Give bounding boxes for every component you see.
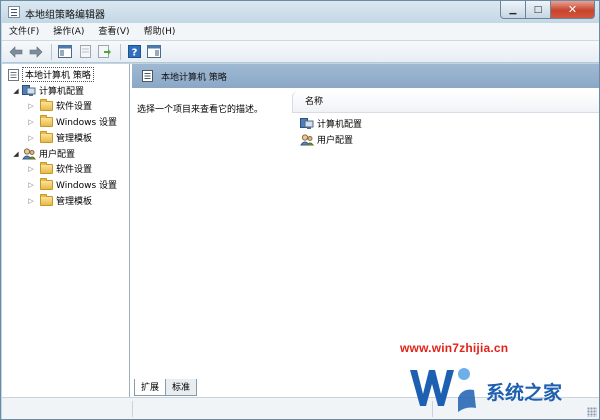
title-bar[interactable]: 本地组策略编辑器 ▁ □ ✕ [1,1,599,23]
export-list-icon [98,45,111,58]
tree-item-computer-software-settings[interactable]: ▷ 软件设置 [27,98,92,113]
tree-item-label: Windows 设置 [56,181,118,191]
view-tabs: 扩展 标准 [134,379,198,396]
tree-item-user-windows-settings[interactable]: ▷ Windows 设置 [27,177,117,192]
window-controls: ▁ □ ✕ [500,1,595,19]
menu-bar: 文件(F) 操作(A) 查看(V) 帮助(H) [2,23,599,41]
tree-item-user-software-settings[interactable]: ▷ 软件设置 [27,161,92,176]
tree-item-label: 软件设置 [56,165,93,175]
expanded-triangle-icon[interactable]: ◢ [12,87,20,95]
collapsed-triangle-icon[interactable]: ▷ [27,197,35,205]
tree-item-computer-admin-templates[interactable]: ▷ 管理模板 [27,130,92,145]
list-item-computer-configuration[interactable]: 计算机配置 [300,116,362,131]
policy-document-icon [142,70,153,82]
status-divider [132,401,133,417]
folder-icon [40,193,53,206]
menu-action[interactable]: 操作(A) [46,23,91,41]
properties-button[interactable] [76,43,94,61]
watermark-url: www.win7zhijia.cn [400,341,509,355]
folder-icon [40,161,53,174]
list-item-label: 用户配置 [317,136,354,146]
window-title: 本地组策略编辑器 [25,10,105,21]
help-icon: ? [127,45,141,59]
tree-item-label: 用户配置 [39,150,76,160]
users-icon [300,133,314,145]
export-list-button[interactable] [96,43,114,61]
tree-item-label: 软件设置 [56,102,93,112]
tree-item-user-admin-templates[interactable]: ▷ 管理模板 [27,193,92,208]
tree-item-computer-windows-settings[interactable]: ▷ Windows 设置 [27,114,117,129]
details-pane: 本地计算机 策略 选择一个项目来查看它的描述。 名称 计算机配置 用户配置 扩展… [132,64,599,397]
tree-item-label: 管理模板 [56,197,93,207]
content-area: 本地计算机 策略 ◢ 计算机配置 ▷ 软件设置 ▷ Windows 设置 ▷ 管… [2,64,599,397]
back-arrow-icon [9,45,23,58]
back-button[interactable] [7,43,25,61]
collapsed-triangle-icon[interactable]: ▷ [27,134,35,142]
windows-logo-icon [410,368,476,412]
folder-icon [40,98,53,111]
tree-item-user-configuration[interactable]: ◢ 用户配置 [12,146,75,161]
collapsed-triangle-icon[interactable]: ▷ [27,118,35,126]
toolbar-separator [120,43,121,60]
details-header-title: 本地计算机 策略 [161,72,227,83]
show-hide-action-pane-button[interactable] [145,43,163,61]
tab-standard[interactable]: 标准 [165,379,198,396]
collapsed-triangle-icon[interactable]: ▷ [27,165,35,173]
collapsed-triangle-icon[interactable]: ▷ [27,181,35,189]
list-item-label: 计算机配置 [317,120,363,130]
description-text: 选择一个项目来查看它的描述。 [137,105,264,115]
folder-icon [40,114,53,127]
svg-text:?: ? [131,48,137,59]
toolbar: ? [2,41,599,63]
tree-item-label: 管理模板 [56,134,93,144]
tree-item-label: 本地计算机 策略 [22,67,94,82]
close-button[interactable]: ✕ [551,1,595,19]
show-hide-tree-button[interactable] [56,43,74,61]
menu-help[interactable]: 帮助(H) [137,23,183,41]
policy-editor-app-icon [8,6,20,18]
help-button[interactable]: ? [125,43,143,61]
menu-file[interactable]: 文件(F) [2,23,46,41]
tree-item-local-computer-policy[interactable]: 本地计算机 策略 [8,67,94,82]
maximize-button[interactable]: □ [526,1,551,19]
folder-icon [40,177,53,190]
toolbar-separator [51,43,52,60]
folder-icon [40,130,53,143]
tree-item-label: 计算机配置 [39,87,85,97]
show-hide-action-pane-icon [147,45,161,58]
minimize-button[interactable]: ▁ [500,1,526,19]
watermark-brand: 系统之家 [486,383,563,404]
tree-item-computer-configuration[interactable]: ◢ 计算机配置 [12,83,84,98]
forward-arrow-icon [29,45,43,58]
policy-document-icon [8,68,19,81]
users-icon [22,147,36,159]
watermark-logo: 系统之家 [406,356,600,418]
tree-item-label: Windows 设置 [56,118,118,128]
list-item-user-configuration[interactable]: 用户配置 [300,132,353,147]
menu-view[interactable]: 查看(V) [91,23,136,41]
computer-icon [22,84,36,96]
console-tree[interactable]: 本地计算机 策略 ◢ 计算机配置 ▷ 软件设置 ▷ Windows 设置 ▷ 管… [2,64,130,397]
show-hide-tree-icon [58,45,72,58]
expanded-triangle-icon[interactable]: ◢ [12,150,20,158]
properties-icon [79,45,91,58]
forward-button[interactable] [27,43,45,61]
column-header-name[interactable]: 名称 [292,91,599,113]
tab-extended[interactable]: 扩展 [134,379,167,396]
collapsed-triangle-icon[interactable]: ▷ [27,102,35,110]
computer-icon [300,117,314,129]
app-window: 本地组策略编辑器 ▁ □ ✕ 文件(F) 操作(A) 查看(V) 帮助(H) ?… [0,0,600,420]
details-header: 本地计算机 策略 [132,64,599,88]
